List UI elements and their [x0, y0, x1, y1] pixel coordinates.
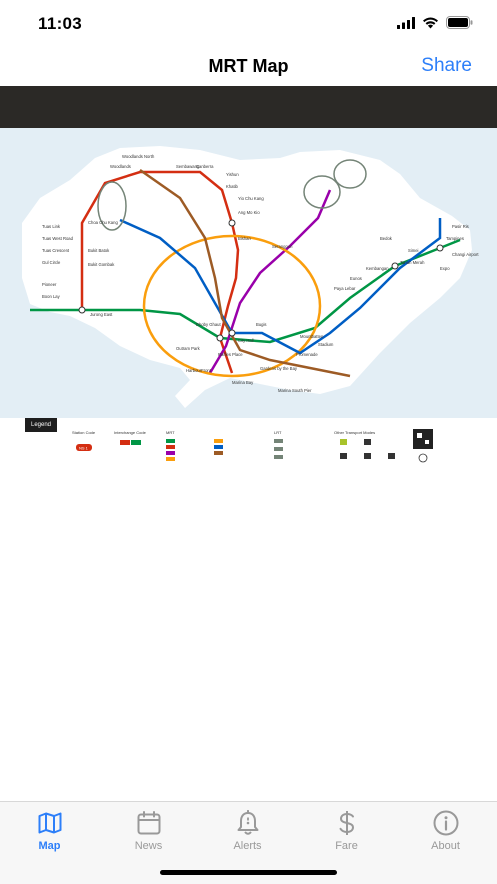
map-label: Woodlands	[110, 164, 131, 169]
map-label: Bukit Gombak	[88, 262, 115, 267]
map-label: Serangoon	[272, 244, 293, 249]
tab-fare[interactable]: Fare	[297, 808, 396, 852]
station-marker	[436, 244, 444, 252]
tab-label: About	[431, 840, 460, 852]
legend-heading: Station Code	[72, 430, 96, 435]
map-label: Tuas West Road	[42, 236, 74, 241]
legend-heading: LRT	[274, 430, 282, 435]
map-label: Bugis	[256, 322, 266, 327]
tab-about[interactable]: About	[396, 808, 495, 852]
map-label: Mountbatten	[300, 334, 324, 339]
status-time: 11:03	[38, 14, 83, 33]
map-label: Raffles Place	[218, 352, 243, 357]
dollar-icon	[339, 811, 354, 835]
map-label: Yio Chu Kang	[238, 196, 264, 201]
map-label: Kembangan	[366, 266, 389, 271]
signal-icon	[397, 16, 415, 29]
tab-map[interactable]: Map	[0, 808, 99, 852]
map-label: Stadium	[318, 342, 334, 347]
home-indicator[interactable]	[160, 870, 337, 875]
station-marker	[216, 334, 224, 342]
map-label: Khatib	[226, 184, 239, 189]
map-label: Ang Mo Kio	[238, 210, 260, 215]
map-label: Bishan	[238, 236, 251, 241]
tab-label: Map	[38, 840, 61, 852]
map-label: Bukit Batok	[88, 248, 110, 253]
map-label: Simei	[408, 248, 419, 253]
map-label: Boon Lay	[42, 294, 61, 299]
legend-heading: Interchange Code	[114, 430, 147, 435]
info-icon	[433, 810, 458, 836]
legend-heading: MRT	[166, 430, 175, 435]
map-label: Pasir Ris	[452, 224, 469, 229]
bell-icon	[237, 810, 258, 835]
map-legend: Legend Station Code Interchange Code MRT…	[0, 418, 497, 472]
battery-icon	[446, 16, 473, 29]
map-label: Tuas Link	[42, 224, 61, 229]
legend-details: Station Code Interchange Code MRT LRT Ot…	[72, 429, 433, 463]
wifi-icon	[423, 17, 438, 29]
tab-label: Alerts	[233, 840, 262, 852]
map-label: Bedok	[380, 236, 393, 241]
navigation-bar: MRT Map Share	[0, 44, 497, 86]
station-marker	[78, 306, 86, 314]
map-label: Tuas Crescent	[42, 248, 70, 253]
map-label: Yishun	[226, 172, 239, 177]
status-bar: 11:03	[0, 0, 497, 44]
tab-label: News	[134, 840, 163, 852]
status-icons	[397, 16, 473, 29]
station-code-sample: NS 1	[79, 446, 89, 451]
map-label: Eunos	[350, 276, 362, 281]
calendar-icon	[137, 811, 160, 835]
legend-heading: Other Transport Modes	[334, 430, 375, 435]
mrt-map-image[interactable]: Woodlands North Woodlands Sembawang Canb…	[0, 128, 497, 418]
map-label: Woodlands North	[122, 154, 155, 159]
map-icon	[38, 812, 61, 834]
mrt-network-diagram: Woodlands North Woodlands Sembawang Canb…	[22, 146, 479, 408]
map-label: Expo	[440, 266, 450, 271]
station-marker	[228, 329, 236, 337]
map-label: HarbourFront	[186, 368, 212, 373]
tab-news[interactable]: News	[99, 808, 198, 852]
map-label: Tanah Merah	[400, 260, 425, 265]
map-label: City Hall	[238, 338, 254, 343]
map-label: Choa Chu Kang	[88, 220, 118, 225]
map-label: Marina South Pier	[278, 388, 312, 393]
map-label: Paya Lebar	[334, 286, 356, 291]
map-label: Dhoby Ghaut	[196, 322, 222, 327]
map-header-band	[0, 86, 497, 128]
map-label: Gardens by the Bay	[260, 366, 298, 371]
share-button[interactable]: Share	[421, 55, 472, 77]
singapore-island-shape	[22, 146, 472, 408]
map-label: Tampines	[446, 236, 464, 241]
map-label: Gul Circle	[42, 260, 61, 265]
map-label: Changi Airport	[452, 252, 479, 257]
tab-alerts[interactable]: Alerts	[198, 808, 297, 852]
station-marker	[391, 262, 399, 270]
station-marker	[228, 219, 236, 227]
tab-label: Fare	[335, 840, 358, 852]
map-label: Jurong East	[90, 312, 113, 317]
map-label: Promenade	[296, 352, 318, 357]
map-label: Pioneer	[42, 282, 57, 287]
map-label: Marina Bay	[232, 380, 254, 385]
map-label: Outram Park	[176, 346, 201, 351]
map-label: Canberra	[196, 164, 214, 169]
